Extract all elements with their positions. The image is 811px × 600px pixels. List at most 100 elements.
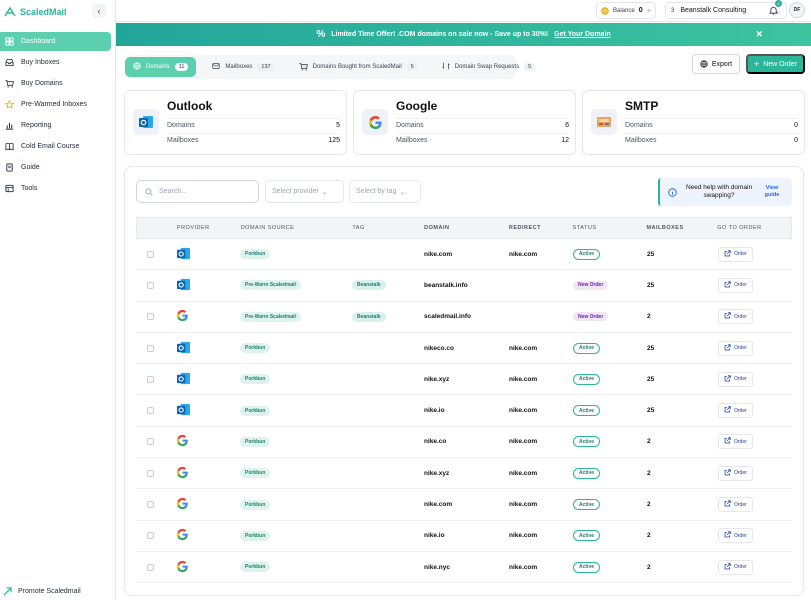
row-checkbox[interactable]: [146, 407, 154, 415]
go-to-order-button[interactable]: Order: [718, 528, 753, 544]
status-badge: Active: [573, 248, 601, 260]
row-checkbox[interactable]: [146, 250, 154, 258]
row-checkbox[interactable]: [146, 438, 154, 446]
provider-cell: [164, 403, 240, 418]
sidebar-item-buy-inboxes[interactable]: Buy Inboxes: [0, 53, 112, 72]
column-header-go-to-order[interactable]: GO TO ORDER: [717, 225, 791, 231]
provider-select[interactable]: Select provider ⌄: [265, 180, 344, 203]
google-icon: [176, 310, 189, 324]
row-checkbox[interactable]: [146, 344, 154, 352]
sidebar-item-reporting[interactable]: Reporting: [0, 116, 112, 135]
row-checkbox[interactable]: [146, 501, 154, 509]
sidebar-nav: Dashboard Buy Inboxes Buy Domains Pre-Warme…: [0, 30, 116, 200]
row-checkbox[interactable]: [146, 532, 154, 540]
avatar[interactable]: DF: [789, 2, 805, 18]
sidebar-item-cold-email-course[interactable]: Cold Email Course: [0, 137, 112, 156]
tab-domains-bought-from-scaledmail[interactable]: Domains Bought from ScaledMail 5: [291, 57, 426, 77]
go-to-order-button[interactable]: Order: [718, 497, 753, 513]
order-label: Order: [734, 376, 747, 383]
row-checkbox-cell: [136, 501, 164, 509]
plus-icon[interactable]: +: [647, 6, 652, 15]
promo-banner: % Limited Time Offer! .COM domains on sa…: [116, 23, 811, 46]
column-header-provider[interactable]: PROVIDER: [165, 225, 241, 231]
row-checkbox[interactable]: [146, 375, 154, 383]
go-to-order-button[interactable]: Order: [718, 434, 753, 450]
go-to-order-button[interactable]: Order: [718, 277, 753, 293]
search-input[interactable]: Search...: [136, 180, 259, 203]
go-to-order-button[interactable]: Order: [718, 246, 753, 262]
outlook-icon: [176, 372, 191, 387]
mailboxes-value: 0: [794, 137, 798, 144]
tab-count-badge: 11: [174, 63, 189, 71]
column-header-domain[interactable]: DOMAIN: [424, 225, 509, 231]
row-checkbox[interactable]: [146, 469, 154, 477]
table-row[interactable]: Porkbun nike.co nike.com Active 2 Order: [136, 427, 792, 459]
smtp-logo-card: [591, 109, 617, 135]
provider-cell: [164, 466, 240, 481]
table-row[interactable]: Porkbun nike.nyc nike.com Active 2 Order: [136, 552, 792, 584]
order-cell: Order: [718, 371, 792, 387]
go-to-order-button[interactable]: Order: [718, 559, 753, 575]
table-row[interactable]: Porkbun nike.io nike.com Active 2 Order: [136, 521, 792, 552]
external-link-icon: [724, 249, 731, 259]
row-checkbox[interactable]: [146, 563, 154, 571]
bell-icon: [768, 6, 778, 15]
banner-link[interactable]: Get Your Domain: [554, 31, 611, 38]
tab-domain-swap-requests[interactable]: Domain Swap Requests 5: [434, 57, 543, 77]
logo[interactable]: ScaledMail: [4, 4, 67, 20]
table-row[interactable]: Porkbun nike.io nike.com Active 25 Order: [136, 395, 792, 427]
inbox-icon: [4, 58, 14, 68]
tab-count-badge: 137: [257, 63, 275, 71]
column-header-redirect[interactable]: REDIRECT: [509, 225, 573, 231]
row-checkbox[interactable]: [146, 313, 154, 321]
column-header-domain-source[interactable]: DOMAIN SOURCE: [241, 225, 353, 231]
share-icon: [3, 587, 12, 596]
go-to-order-button[interactable]: Order: [718, 403, 753, 419]
sidebar-item-guide[interactable]: Guide: [0, 158, 112, 177]
new-order-button[interactable]: + New Order: [746, 54, 805, 74]
status-badge: New Order: [573, 280, 609, 290]
table-row[interactable]: Porkbun nike.com nike.com Active 25 Order: [136, 239, 792, 271]
sidebar-item-dashboard[interactable]: Dashboard: [0, 32, 111, 51]
search-placeholder: Search...: [159, 188, 188, 195]
view-guide-link[interactable]: View guide: [761, 185, 783, 199]
sidebar-item-buy-domains[interactable]: Buy Domains: [0, 74, 112, 93]
table-row[interactable]: Pre-Warm Scaledmail Beanstalk scaledmail.i…: [136, 302, 792, 333]
order-cell: Order: [718, 309, 792, 325]
go-to-order-button[interactable]: Order: [718, 340, 753, 356]
table-row[interactable]: Porkbun nikeco.co nike.com Active 25 Order: [136, 333, 792, 365]
table-row[interactable]: Porkbun nike.com nike.com Active 2 Order: [136, 489, 792, 521]
sidebar-item-tools[interactable]: Tools: [0, 179, 112, 198]
table-row[interactable]: Porkbun nike.xyz nike.com Active 25 Order: [136, 364, 792, 396]
notifications-button[interactable]: 1: [766, 0, 782, 17]
tab-mailboxes[interactable]: Mailboxes 137: [204, 57, 282, 77]
column-header-tag[interactable]: TAG: [352, 225, 424, 231]
source-cell: Porkbun: [240, 249, 352, 260]
row-checkbox-cell: [136, 407, 164, 415]
row-checkbox[interactable]: [146, 281, 154, 289]
tools-icon: [4, 184, 14, 194]
table-row[interactable]: Porkbun nike.xyz nike.com Active 2 Order: [136, 458, 792, 490]
collapse-sidebar-button[interactable]: ‹: [92, 4, 106, 18]
source-badge: Pre-Warm Scaledmail: [240, 311, 301, 322]
go-to-order-button[interactable]: Order: [718, 371, 753, 387]
balance-widget[interactable]: Balance 0 +: [596, 2, 657, 19]
export-button[interactable]: Export: [692, 54, 740, 74]
close-icon[interactable]: ✕: [755, 29, 763, 40]
go-to-order-button[interactable]: Order: [718, 465, 753, 481]
go-to-order-button[interactable]: Order: [718, 309, 753, 325]
card-title: SMTP: [625, 99, 659, 113]
table-row[interactable]: Pre-Warm Scaledmail Beanstalk beanstalk.in…: [136, 270, 792, 302]
sidebar-item-pre-warmed-inboxes[interactable]: Pre-Warmed Inboxes: [0, 95, 112, 114]
sidebar: ScaledMail ‹ Dashboard Buy Inboxes Buy Dom…: [0, 0, 116, 600]
mailboxes-cell: 2: [647, 438, 651, 446]
column-header-mailboxes[interactable]: MAILBOXES: [646, 225, 717, 231]
status-cell: Active: [573, 436, 647, 448]
status-cell: Active: [573, 248, 647, 260]
column-header-status[interactable]: STATUS: [573, 225, 647, 231]
promote-link[interactable]: Promote Scaledmail: [3, 587, 81, 596]
tab-domains[interactable]: Domains 11: [125, 57, 197, 77]
tag-badge: Beanstalk: [352, 311, 386, 322]
tag-select[interactable]: Select by tag ⌄: [349, 180, 421, 203]
plus-icon: +: [753, 59, 760, 69]
